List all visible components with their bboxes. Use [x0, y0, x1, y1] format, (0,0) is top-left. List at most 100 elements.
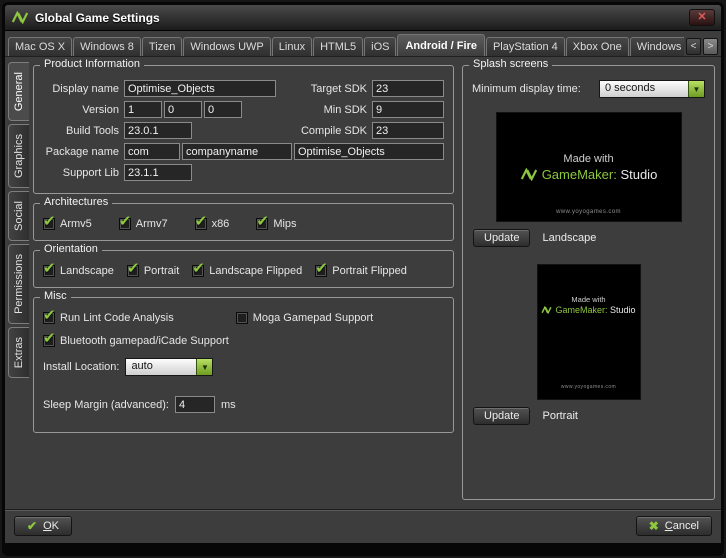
sidebar-item-general[interactable]: General: [8, 62, 29, 121]
group-legend: Product Information: [40, 58, 144, 70]
sidebar-item-permissions[interactable]: Permissions: [8, 244, 29, 324]
dialog-footer: ✔ OK ✖ Cancel: [5, 509, 721, 543]
checkbox-run-lint[interactable]: Run Lint Code Analysis: [43, 312, 174, 324]
tab-linux[interactable]: Linux: [272, 37, 312, 56]
min-display-time-value: 0 seconds: [600, 81, 688, 97]
cross-icon: ✖: [649, 520, 659, 532]
splash-screens-group: Splash screens Minimum display time: 0 s…: [462, 65, 715, 500]
chevron-right-icon: >: [708, 41, 714, 52]
tab-mac-os-x[interactable]: Mac OS X: [8, 37, 72, 56]
min-display-time-select[interactable]: 0 seconds ▼: [599, 80, 705, 98]
checkbox-box: [315, 265, 327, 277]
checkbox-box: [127, 265, 139, 277]
right-column: Splash screens Minimum display time: 0 s…: [462, 65, 715, 509]
landscape-caption-row: Update Landscape: [473, 229, 705, 247]
install-location-select[interactable]: auto ▼: [125, 358, 213, 376]
checkbox-armv5[interactable]: Armv5: [43, 218, 92, 230]
tab-ios[interactable]: iOS: [364, 37, 396, 56]
build-tools-input[interactable]: [124, 122, 192, 139]
update-landscape-button[interactable]: Update: [473, 229, 530, 247]
checkbox-box: [192, 265, 204, 277]
support-lib-label: Support Lib: [43, 167, 119, 179]
checkbox-box: [43, 335, 55, 347]
update-portrait-button[interactable]: Update: [473, 407, 530, 425]
gamemaker-brand: GameMaker: Studio: [520, 167, 658, 182]
checkbox-box: [119, 218, 131, 230]
install-location-value: auto: [126, 359, 196, 375]
checkbox-landscape[interactable]: Landscape: [43, 265, 114, 277]
package-domain-input[interactable]: [124, 143, 180, 160]
portrait-caption-row: Update Portrait: [473, 407, 705, 425]
tab-windows-uwp[interactable]: Windows UWP: [183, 37, 270, 56]
version-label: Version: [43, 104, 119, 116]
build-tools-row: Build Tools Compile SDK: [43, 122, 444, 139]
checkbox-box: [43, 312, 55, 324]
sidebar-item-social[interactable]: Social: [8, 191, 29, 241]
gamemaker-logo-icon: [541, 306, 552, 314]
checkbox-box: [43, 265, 55, 277]
version-major-input[interactable]: [124, 101, 162, 118]
yoyogames-url-text: www.yoyogames.com: [538, 384, 640, 390]
sleep-margin-input[interactable]: [175, 396, 215, 413]
min-display-time-label: Minimum display time:: [472, 83, 581, 95]
compile-sdk-label: Compile SDK: [285, 125, 367, 137]
product-information-group: Product Information Display name Target …: [33, 65, 454, 194]
chevron-down-icon: ▼: [196, 359, 212, 375]
checkbox-armv7[interactable]: Armv7: [119, 218, 168, 230]
sidebar-item-graphics[interactable]: Graphics: [8, 124, 29, 188]
global-game-settings-window: Global Game Settings ✕ Mac OS X Windows …: [2, 2, 724, 556]
left-column: Product Information Display name Target …: [33, 65, 454, 509]
platform-tabs: Mac OS X Windows 8 Tizen Windows UWP Lin…: [8, 34, 684, 56]
checkbox-moga-gamepad[interactable]: Moga Gamepad Support: [236, 312, 373, 324]
display-name-label: Display name: [43, 83, 119, 95]
tab-windows-phone[interactable]: Windows P: [630, 37, 684, 56]
orientation-row: Landscape Portrait Landscape Flipped Por…: [43, 265, 444, 277]
checkbox-portrait[interactable]: Portrait: [127, 265, 179, 277]
checkbox-x86[interactable]: x86: [195, 218, 230, 230]
support-lib-input[interactable]: [124, 164, 192, 181]
checkbox-bluetooth-gamepad[interactable]: Bluetooth gamepad/iCade Support: [43, 335, 229, 347]
close-icon: ✕: [697, 12, 706, 23]
tab-tizen[interactable]: Tizen: [142, 37, 183, 56]
cancel-button[interactable]: ✖ Cancel: [636, 516, 712, 536]
lint-moga-row: Run Lint Code Analysis Moga Gamepad Supp…: [43, 312, 444, 324]
sleep-margin-label: Sleep Margin (advanced):: [43, 399, 169, 411]
version-build-input[interactable]: [204, 101, 242, 118]
gamemaker-brand: GameMaker: Studio: [541, 305, 635, 315]
tab-playstation-4[interactable]: PlayStation 4: [486, 37, 565, 56]
tab-content: Product Information Display name Target …: [29, 61, 717, 509]
package-name-row: Package name: [43, 143, 444, 160]
category-tabs: General Graphics Social Permissions Extr…: [8, 61, 29, 509]
target-sdk-input[interactable]: [372, 80, 444, 97]
tab-scroll-left-button[interactable]: <: [686, 38, 701, 55]
bluetooth-row: Bluetooth gamepad/iCade Support: [43, 335, 444, 347]
display-name-input[interactable]: [124, 80, 276, 97]
chevron-down-icon: ▼: [688, 81, 704, 97]
chevron-left-icon: <: [691, 41, 697, 52]
checkbox-mips[interactable]: Mips: [256, 218, 296, 230]
compile-sdk-input[interactable]: [372, 122, 444, 139]
tab-android-fire[interactable]: Android / Fire: [397, 34, 485, 56]
sidebar-item-extras[interactable]: Extras: [8, 327, 29, 378]
tab-scroll-right-button[interactable]: >: [703, 38, 718, 55]
package-product-input[interactable]: [294, 143, 444, 160]
portrait-splash-preview: Made with GameMaker: Studio www.yoyogame…: [537, 264, 641, 400]
checkbox-landscape-flipped[interactable]: Landscape Flipped: [192, 265, 302, 277]
checkbox-portrait-flipped[interactable]: Portrait Flipped: [315, 265, 407, 277]
checkbox-box: [236, 312, 248, 324]
close-button[interactable]: ✕: [689, 9, 715, 26]
tab-html5[interactable]: HTML5: [313, 37, 363, 56]
screen: Global Game Settings ✕ Mac OS X Windows …: [0, 0, 726, 558]
tab-xbox-one[interactable]: Xbox One: [566, 37, 629, 56]
made-with-text: Made with: [563, 153, 613, 165]
package-company-input[interactable]: [182, 143, 292, 160]
titlebar: Global Game Settings ✕: [5, 5, 721, 31]
platform-tabbar: Mac OS X Windows 8 Tizen Windows UWP Lin…: [5, 31, 721, 57]
misc-group: Misc Run Lint Code Analysis Moga Gamepad…: [33, 297, 454, 433]
made-with-text: Made with: [571, 295, 605, 304]
min-sdk-input[interactable]: [372, 101, 444, 118]
version-minor-input[interactable]: [164, 101, 202, 118]
tab-windows-8[interactable]: Windows 8: [73, 37, 141, 56]
ok-button[interactable]: ✔ OK: [14, 516, 72, 536]
display-name-row: Display name Target SDK: [43, 80, 444, 97]
